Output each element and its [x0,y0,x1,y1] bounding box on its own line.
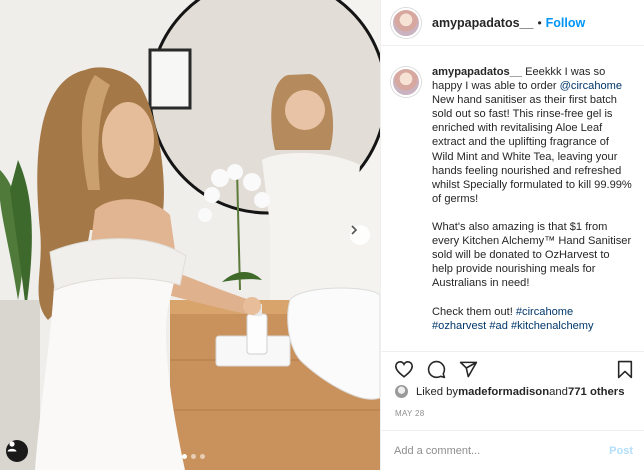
caption-username[interactable]: amypapadatos__ [432,66,522,78]
caption-part-2: What's also amazing is that $1 from ever… [432,221,632,290]
like-button[interactable] [394,360,414,383]
save-button[interactable] [617,360,633,384]
liker-username[interactable]: madeformadison [458,386,549,398]
likes-middle: and [549,385,568,398]
avatar[interactable] [391,7,421,38]
comments-area[interactable]: amypapadatos__ Eeekkk I was so happy I w… [381,47,644,347]
likes-summary: Liked by madeformadison and 771 others [395,385,624,398]
caption-part-3: Check them out! [432,305,516,318]
post-header: amypapadatos__ • Follow [381,0,644,46]
carousel-dot [191,454,196,459]
photo-illustration [0,0,380,470]
instagram-post: amypapadatos__ • Follow amypapadatos__ E… [0,0,644,470]
carousel-dots [182,454,205,459]
comment-button[interactable] [427,360,446,384]
caption-avatar[interactable] [391,67,421,97]
caption-part-1b: New hand sanitiser as their first batch … [432,94,632,205]
bookmark-icon [617,360,633,379]
share-button[interactable] [459,360,478,384]
post-date[interactable]: MAY 28 [395,409,425,418]
hashtags-link[interactable]: #ozharvest #ad #kitchenalchemy [432,320,594,332]
add-comment-bar: Add a comment... Post [381,430,644,470]
comment-icon [427,360,446,379]
caption: amypapadatos__ Eeekkk I was so happy I w… [381,47,644,333]
mention-link[interactable]: @circahome [560,80,622,92]
likes-count[interactable]: 771 others [568,386,625,398]
action-bar [381,351,644,382]
post-side-panel: amypapadatos__ • Follow amypapadatos__ E… [380,0,644,470]
share-icon [459,361,478,378]
comment-input[interactable]: Add a comment... [394,445,480,457]
likes-prefix: Liked by [416,385,459,398]
post-photo[interactable] [0,0,380,470]
user-icon [7,441,17,452]
caption-text: amypapadatos__ Eeekkk I was so happy I w… [432,65,632,333]
follow-button[interactable]: Follow [546,16,586,30]
carousel-dot [200,454,205,459]
carousel-dot [182,454,187,459]
post-comment-button[interactable]: Post [609,445,633,457]
heart-icon [394,360,414,378]
header-separator: • [537,15,542,30]
tagged-users-button[interactable] [6,440,28,462]
header-username[interactable]: amypapadatos__ [432,16,533,30]
liker-avatar[interactable] [395,385,408,398]
carousel-next-button[interactable] [350,225,370,245]
chevron-right-icon [351,225,358,235]
hashtag-link[interactable]: #circahome [516,306,573,318]
